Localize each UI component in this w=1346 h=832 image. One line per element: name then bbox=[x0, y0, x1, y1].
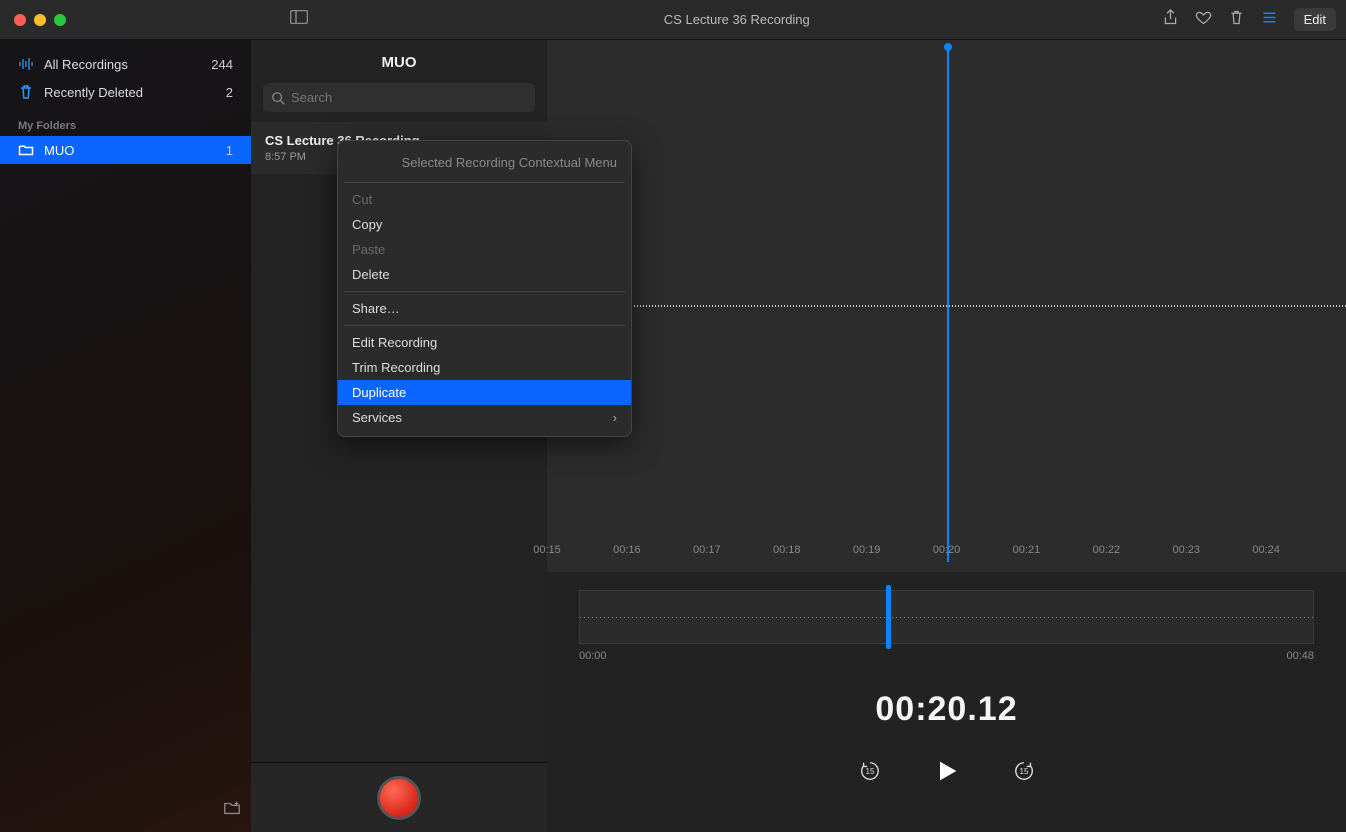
tick-label: 00:20 bbox=[933, 544, 961, 556]
tick-label: 00:21 bbox=[1013, 544, 1041, 556]
waveform-icon bbox=[18, 56, 34, 72]
waveform-area[interactable]: 00:15 00:16 00:17 00:18 00:19 00:20 00:2… bbox=[547, 40, 1346, 572]
context-menu-services-label: Services bbox=[352, 410, 402, 425]
tick-label: 00:16 bbox=[613, 544, 641, 556]
sidebar-item-all-recordings[interactable]: All Recordings 244 bbox=[0, 50, 251, 78]
tick-label: 00:17 bbox=[693, 544, 721, 556]
search-input[interactable] bbox=[263, 83, 535, 112]
record-button[interactable] bbox=[377, 776, 421, 820]
context-menu-paste[interactable]: Paste bbox=[338, 237, 631, 262]
new-folder-button[interactable] bbox=[223, 799, 241, 822]
sidebar-item-label: MUO bbox=[44, 143, 74, 158]
close-window-button[interactable] bbox=[14, 14, 26, 26]
context-menu-share[interactable]: Share… bbox=[338, 296, 631, 321]
context-menu-edit-recording[interactable]: Edit Recording bbox=[338, 330, 631, 355]
skip-back-button[interactable]: 15 bbox=[859, 760, 881, 787]
sidebar: All Recordings 244 Recently Deleted 2 My… bbox=[0, 40, 251, 832]
record-bar bbox=[251, 762, 547, 832]
context-menu-trim-recording[interactable]: Trim Recording bbox=[338, 355, 631, 380]
play-button[interactable] bbox=[933, 757, 961, 790]
trash-icon bbox=[18, 84, 34, 100]
sidebar-item-count: 244 bbox=[211, 57, 233, 72]
sidebar-item-count: 1 bbox=[226, 143, 233, 158]
detail-panel: 00:15 00:16 00:17 00:18 00:19 00:20 00:2… bbox=[547, 40, 1346, 832]
tick-label: 00:24 bbox=[1252, 544, 1280, 556]
context-menu-duplicate[interactable]: Duplicate bbox=[338, 380, 631, 405]
window-title: CS Lecture 36 Recording bbox=[312, 12, 1162, 27]
sidebar-item-count: 2 bbox=[226, 85, 233, 100]
edit-button[interactable]: Edit bbox=[1294, 8, 1336, 31]
toggle-sidebar-button[interactable] bbox=[286, 6, 312, 33]
minimize-window-button[interactable] bbox=[34, 14, 46, 26]
overview-playhead[interactable] bbox=[886, 585, 891, 649]
titlebar: CS Lecture 36 Recording Edit bbox=[0, 0, 1346, 40]
overview-end-time: 00:48 bbox=[1286, 650, 1314, 662]
context-menu-copy[interactable]: Copy bbox=[338, 212, 631, 237]
timeline-ticks: 00:15 00:16 00:17 00:18 00:19 00:20 00:2… bbox=[547, 544, 1346, 572]
playhead[interactable] bbox=[947, 46, 949, 562]
context-menu: Selected Recording Contextual Menu Cut C… bbox=[337, 140, 632, 437]
chevron-right-icon: › bbox=[613, 410, 617, 425]
tick-label: 00:18 bbox=[773, 544, 801, 556]
window-controls bbox=[10, 14, 66, 26]
folder-icon bbox=[18, 142, 34, 158]
trash-icon[interactable] bbox=[1228, 9, 1245, 31]
sidebar-item-label: All Recordings bbox=[44, 57, 128, 72]
tick-label: 00:15 bbox=[533, 544, 561, 556]
sidebar-item-recently-deleted[interactable]: Recently Deleted 2 bbox=[0, 78, 251, 106]
favorite-icon[interactable] bbox=[1195, 9, 1212, 31]
context-menu-delete[interactable]: Delete bbox=[338, 262, 631, 287]
tick-label: 00:22 bbox=[1093, 544, 1121, 556]
overview-start-time: 00:00 bbox=[579, 650, 607, 662]
sidebar-item-folder-muo[interactable]: MUO 1 bbox=[0, 136, 251, 164]
sidebar-item-label: Recently Deleted bbox=[44, 85, 143, 100]
list-folder-title: MUO bbox=[251, 40, 547, 83]
context-menu-services[interactable]: Services › bbox=[338, 405, 631, 430]
share-icon[interactable] bbox=[1162, 9, 1179, 31]
tick-label: 00:19 bbox=[853, 544, 881, 556]
tick-label: 00:23 bbox=[1172, 544, 1200, 556]
context-menu-title: Selected Recording Contextual Menu bbox=[338, 147, 631, 178]
current-time-display: 00:20.12 bbox=[579, 690, 1314, 729]
skip-forward-seconds: 15 bbox=[1020, 767, 1029, 776]
context-menu-cut[interactable]: Cut bbox=[338, 187, 631, 212]
skip-back-seconds: 15 bbox=[866, 767, 875, 776]
fullscreen-window-button[interactable] bbox=[54, 14, 66, 26]
sidebar-section-label: My Folders bbox=[0, 106, 251, 136]
skip-forward-button[interactable]: 15 bbox=[1013, 760, 1035, 787]
overview-track[interactable] bbox=[579, 590, 1314, 644]
options-icon[interactable] bbox=[1261, 9, 1278, 31]
